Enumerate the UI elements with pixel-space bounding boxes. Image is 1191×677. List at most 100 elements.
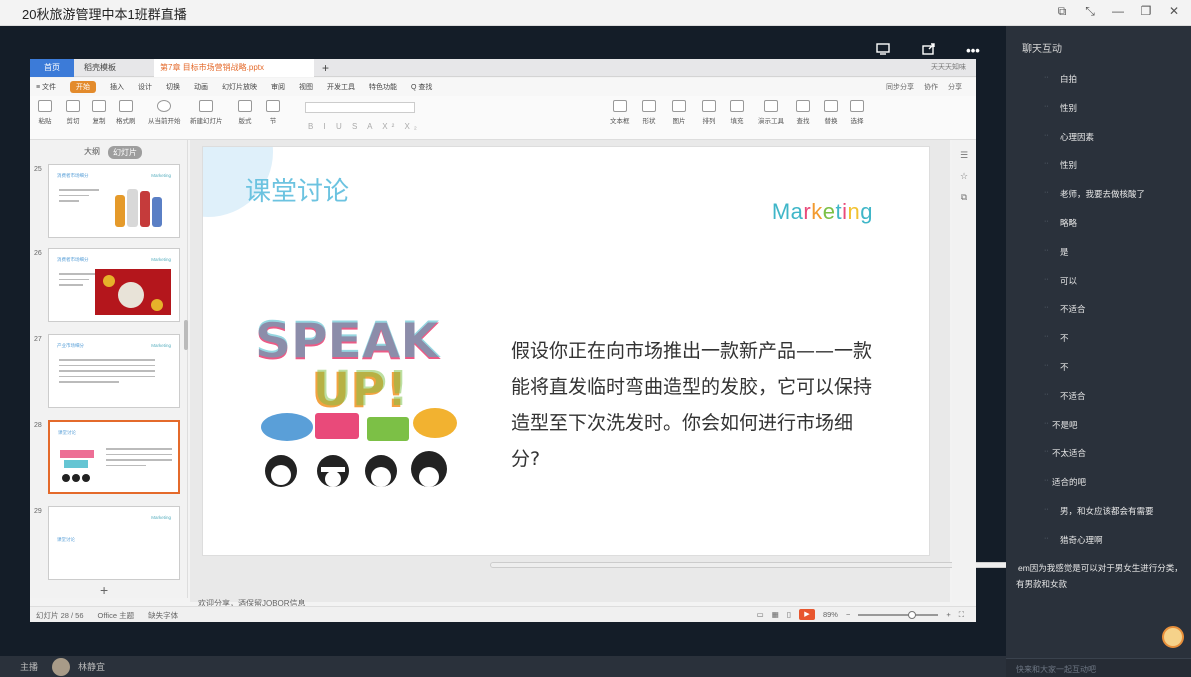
fill-icon [730, 100, 744, 112]
current-slide[interactable]: 课堂讨论 Marketing SPEAK SPEAK UP! UP! 假设你正在… [202, 146, 930, 556]
minimize-button[interactable]: — [1111, 3, 1125, 19]
menu-view[interactable]: 视图 [299, 82, 313, 92]
find-button[interactable]: 查找 [796, 100, 810, 125]
slide-thumbnail-27[interactable]: 产业市场细分 Marketing [48, 334, 180, 408]
document-tab-row: 首页 稻壳模板 第7章 目标市场营销战略.pptx + 天天天知味 [30, 59, 976, 77]
present-tools-button[interactable]: 演示工具 [758, 100, 784, 125]
sender-name-masked: ·· [1044, 275, 1049, 283]
fit-window-icon[interactable]: ⛶ [959, 610, 964, 620]
thumb-mark: Marketing [151, 515, 171, 520]
grid-view-icon[interactable]: ▦ [772, 610, 779, 619]
tab-templates[interactable]: 稻壳模板 [78, 59, 148, 77]
chat-message-text: 不太适合 [1052, 448, 1087, 459]
slide-thumbnail-28[interactable]: 课堂讨论 [48, 420, 180, 494]
gift-icon[interactable] [1162, 626, 1184, 648]
theme-name[interactable]: Office 主题 [98, 610, 135, 621]
font-name-select[interactable] [305, 102, 415, 113]
pin-icon[interactable]: ⧉ [1055, 3, 1069, 19]
slide-thumbnail-25[interactable]: 消费者市场细分 Marketing [48, 164, 180, 238]
menu-features[interactable]: 特色功能 [369, 82, 397, 92]
menu-transition[interactable]: 切换 [166, 82, 180, 92]
zoom-in-button[interactable]: + [946, 610, 950, 619]
fill-button[interactable]: 填充 [730, 100, 744, 125]
avatar[interactable] [52, 658, 70, 676]
paste-button[interactable]: 粘贴 [38, 100, 52, 125]
chat-message-text: 不适合 [1060, 390, 1086, 401]
textbox-button[interactable]: 文本框 [610, 100, 630, 125]
zoom-level[interactable]: 89% [823, 610, 838, 619]
thumbnail-scrollbar[interactable] [184, 320, 188, 350]
menu-home[interactable]: 开始 [70, 81, 97, 93]
star-icon[interactable]: ☆ [952, 171, 976, 182]
share-button[interactable]: 分享 [948, 82, 962, 92]
menu-review[interactable]: 审阅 [271, 82, 285, 92]
play-slideshow-button[interactable]: ▶ [798, 609, 815, 620]
chat-message-text: 男，和女应该都会有需要 [1060, 505, 1154, 516]
menu-file[interactable]: ≡ 文件 [36, 82, 56, 92]
zoom-slider-handle[interactable] [908, 610, 917, 619]
menu-bar: ≡ 文件 开始 插入 设计 切换 动画 幻灯片放映 审阅 视图 开发工具 特色功… [30, 78, 976, 96]
missing-font-indicator[interactable]: 缺失字体 [148, 610, 178, 621]
tab-home[interactable]: 首页 [30, 59, 74, 77]
properties-icon[interactable]: ☰ [952, 150, 976, 161]
menu-slideshow[interactable]: 幻灯片放映 [222, 82, 257, 92]
marketing-letter: M [771, 199, 791, 224]
reading-view-icon[interactable]: ▯ [787, 610, 791, 619]
add-slide-button[interactable]: + [100, 582, 108, 598]
chat-message-text: 白拍 [1060, 74, 1078, 84]
select-button[interactable]: 选择 [850, 100, 864, 125]
slide-thumbnail-26[interactable]: 消费者市场细分 Marketing [48, 248, 180, 322]
menu-developer[interactable]: 开发工具 [327, 82, 355, 92]
user-name[interactable]: 天天天知味 [931, 59, 966, 77]
sender-name-masked: ·· [1044, 448, 1049, 456]
status-bar: 幻灯片 28 / 56 Office 主题 缺失字体 ▭ ▦ ▯ ▶ 89% −… [30, 606, 976, 622]
zoom-slider[interactable] [858, 610, 939, 619]
menu-animation[interactable]: 动画 [194, 82, 208, 92]
arrange-button[interactable]: 排列 [702, 100, 716, 125]
sender-name-masked: ·· [1044, 477, 1049, 485]
tab-document[interactable]: 第7章 目标市场营销战略.pptx [154, 59, 314, 77]
ribbon-toolbar: 粘贴 剪切 复制 格式刷 从当前开始 新建幻灯片 版式 节 B I U S A … [30, 96, 976, 140]
format-painter-button[interactable]: 格式刷 [116, 100, 136, 125]
layout-button[interactable]: 版式 [238, 100, 252, 125]
section-button[interactable]: 节 [266, 100, 280, 125]
new-slide-button[interactable]: 新建幻灯片 [190, 100, 223, 125]
thumb-title: 课堂讨论 [58, 430, 76, 435]
normal-view-icon[interactable]: ▭ [757, 610, 764, 619]
copy-button[interactable]: 复制 [92, 100, 106, 125]
tab-outline[interactable]: 大纲 [84, 146, 100, 157]
thumb-number: 29 [34, 508, 42, 515]
chat-message: ·· 可以 [1016, 272, 1186, 301]
slide-thumbnail-29[interactable]: 课堂讨论 Marketing [48, 506, 180, 580]
close-button[interactable]: ✕ [1167, 3, 1181, 19]
thumb-number: 27 [34, 336, 42, 343]
slide-icon [199, 100, 214, 112]
chat-message: ·· 不太适合 [1016, 444, 1186, 473]
shape-button[interactable]: 形状 [642, 100, 656, 125]
speak-up-thumb-image [60, 450, 94, 482]
new-tab-button[interactable]: + [316, 59, 332, 77]
chat-message: ·· 老师，我要去做核酸了 [1016, 185, 1186, 214]
chat-message-text: 不 [1060, 333, 1069, 344]
zoom-out-button[interactable]: − [846, 610, 850, 619]
copy-panel-icon[interactable]: ⧉ [952, 192, 976, 203]
restore-button[interactable]: ❐ [1139, 3, 1153, 19]
menu-design[interactable]: 设计 [138, 82, 152, 92]
picture-button[interactable]: 图片 [672, 100, 686, 125]
layout-icon [238, 100, 252, 112]
replace-button[interactable]: 替换 [824, 100, 838, 125]
expand-icon[interactable]: ⤡ [1083, 3, 1097, 19]
menu-search[interactable]: Q 查找 [411, 82, 432, 92]
chat-input[interactable]: 快来和大家一起互动吧 [1006, 658, 1191, 677]
chat-message-text: 不适合 [1060, 304, 1086, 315]
collaborate-button[interactable]: 协作 [924, 82, 938, 92]
thumb-text-lines [106, 448, 172, 470]
thumb-mark: Marketing [151, 257, 171, 262]
thumb-title: 消费者市场细分 [57, 257, 89, 262]
text-format-buttons[interactable]: B I U S A X² X₂ [308, 122, 421, 131]
menu-insert[interactable]: 插入 [110, 82, 124, 92]
sync-share-button[interactable]: 同步分享 [886, 82, 914, 92]
play-from-current-button[interactable]: 从当前开始 [148, 100, 181, 125]
tab-slides[interactable]: 幻灯片 [108, 146, 142, 159]
cut-button[interactable]: 剪切 [66, 100, 80, 125]
